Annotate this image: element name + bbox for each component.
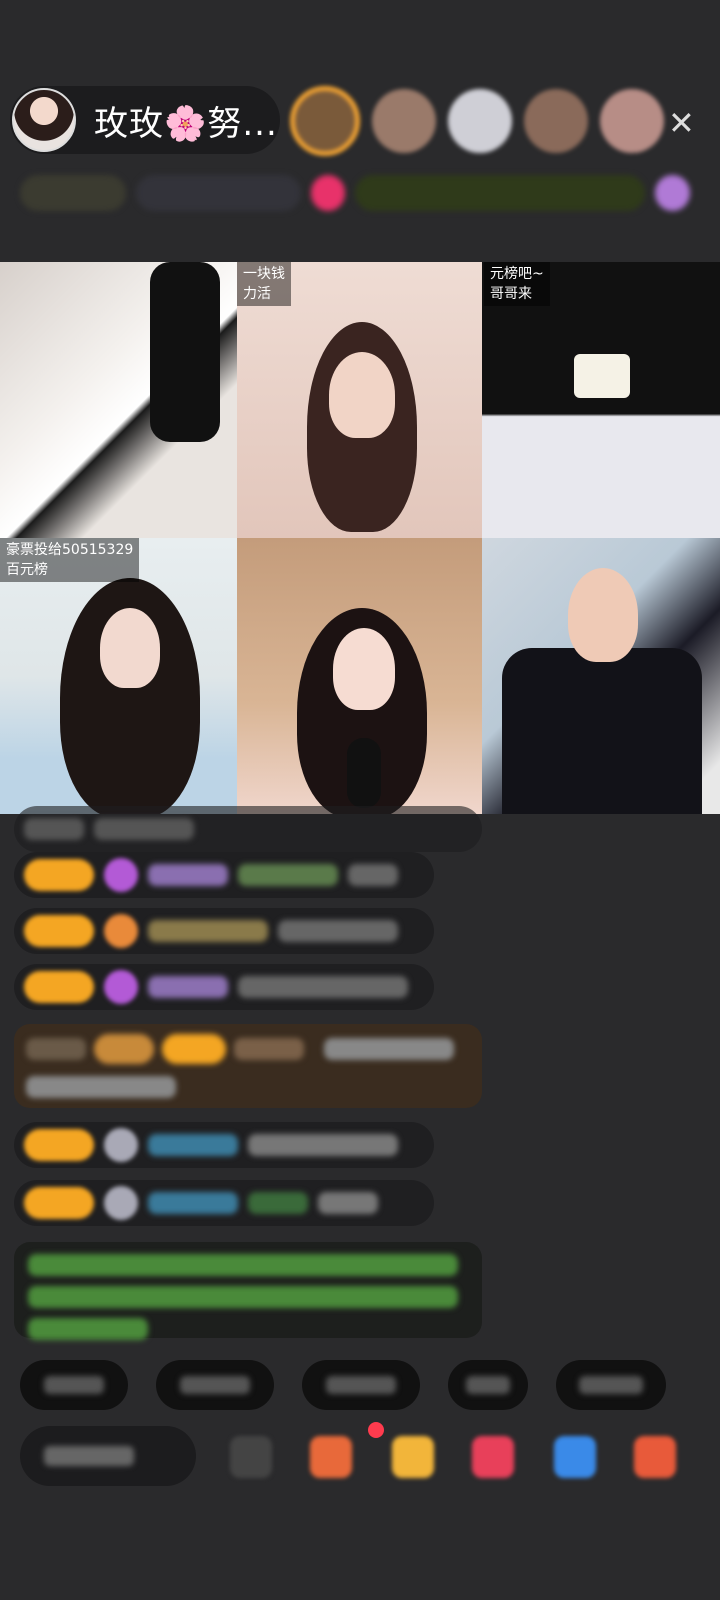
bottom-bar <box>20 1422 720 1486</box>
chat-badge <box>162 1034 226 1064</box>
stats-row <box>20 170 690 216</box>
chat-username <box>148 864 228 886</box>
chat-message[interactable] <box>14 908 434 954</box>
chat-text <box>248 1134 398 1156</box>
host-name: 玫玫🌸努... <box>94 103 278 144</box>
level-badge <box>24 1129 94 1161</box>
chat-username <box>148 1192 238 1214</box>
quick-reply-chip[interactable] <box>302 1360 420 1410</box>
red-packet-icon[interactable] <box>472 1436 514 1478</box>
activity-banner[interactable] <box>355 175 646 211</box>
video-cell[interactable]: 豪票投给50515329 百元榜 <box>0 538 237 814</box>
quick-reply-chip[interactable] <box>156 1360 274 1410</box>
chat-text <box>248 1192 308 1214</box>
audience-avatar[interactable] <box>600 89 664 153</box>
video-cell[interactable] <box>0 262 237 538</box>
chat-text <box>24 818 84 840</box>
guest-face <box>329 352 395 438</box>
chat-message[interactable] <box>14 964 434 1010</box>
quick-reply-chip[interactable] <box>448 1360 528 1410</box>
chat-message[interactable] <box>14 1122 434 1168</box>
notice-text <box>28 1254 458 1276</box>
video-cell[interactable] <box>482 538 720 814</box>
chat-text <box>94 818 194 840</box>
emoji-icon[interactable] <box>230 1436 272 1478</box>
video-cell[interactable] <box>237 538 482 814</box>
diamond-icon <box>104 970 138 1004</box>
chat-text <box>324 1038 454 1060</box>
chat-text <box>348 864 398 886</box>
audience-avatar[interactable] <box>290 86 360 156</box>
level-badge <box>24 859 94 891</box>
fans-chip[interactable] <box>136 175 301 211</box>
video-cell[interactable]: 元榜吧~ 哥哥来 <box>482 262 720 538</box>
chat-text <box>318 1192 378 1214</box>
chat-username <box>148 920 268 942</box>
notification-dot <box>368 1422 384 1438</box>
chat-text <box>238 864 338 886</box>
chat-input[interactable] <box>20 1426 196 1486</box>
video-cell[interactable]: 一块钱 力活 <box>237 262 482 538</box>
gift-icon[interactable] <box>310 175 346 211</box>
quick-reply-row <box>20 1360 666 1410</box>
guest-face <box>100 608 160 688</box>
chat-message[interactable] <box>14 852 434 898</box>
guest-caption: 一块钱 力活 <box>237 262 291 306</box>
ring-light <box>574 354 630 398</box>
diamond-icon <box>104 858 138 892</box>
avatar <box>104 1186 138 1220</box>
chat-text <box>278 920 398 942</box>
level-badge <box>24 915 94 947</box>
badge-icon <box>104 914 138 948</box>
chat-message[interactable] <box>14 1180 434 1226</box>
audience-avatar[interactable] <box>524 89 588 153</box>
chat-username <box>148 976 228 998</box>
audience-avatars <box>290 86 664 156</box>
chat-username <box>148 1134 238 1156</box>
chat-text <box>26 1038 86 1060</box>
close-icon[interactable]: ✕ <box>668 104 695 142</box>
chat-text <box>26 1076 176 1098</box>
audience-avatar[interactable] <box>448 89 512 153</box>
guest-face <box>333 628 395 710</box>
multi-guest-video-grid: 一块钱 力活 元榜吧~ 哥哥来 豪票投给50515329 百元榜 <box>0 262 720 814</box>
host-avatar[interactable] <box>12 88 76 152</box>
chat-message[interactable] <box>14 806 482 852</box>
quick-reply-chip[interactable] <box>20 1360 128 1410</box>
audience-avatar[interactable] <box>372 89 436 153</box>
highlighted-chat-message[interactable] <box>14 1024 482 1108</box>
system-notice <box>14 1242 482 1340</box>
chat-badge <box>94 1034 154 1064</box>
guest-figure <box>502 648 702 814</box>
rank-chip[interactable] <box>20 175 127 211</box>
host-info-pill[interactable]: 玫玫🌸努... <box>10 86 280 154</box>
avatar <box>104 1128 138 1162</box>
more-icon[interactable] <box>634 1436 676 1478</box>
notice-text <box>28 1286 458 1308</box>
chat-username <box>234 1038 304 1060</box>
guest-caption: 豪票投给50515329 百元榜 <box>0 538 140 582</box>
share-icon[interactable] <box>554 1436 596 1478</box>
quick-reply-chip[interactable] <box>556 1360 666 1410</box>
gift-box-icon[interactable] <box>310 1436 352 1478</box>
guest-figure <box>150 262 220 442</box>
notice-text <box>28 1318 148 1340</box>
microphone <box>347 738 381 808</box>
treasure-icon[interactable] <box>392 1436 434 1478</box>
level-badge <box>24 971 94 1003</box>
guest-face <box>568 568 638 662</box>
level-badge <box>24 1187 94 1219</box>
guest-caption: 元榜吧~ 哥哥来 <box>484 262 550 306</box>
chat-text <box>238 976 408 998</box>
profile-icon[interactable] <box>655 175 690 211</box>
